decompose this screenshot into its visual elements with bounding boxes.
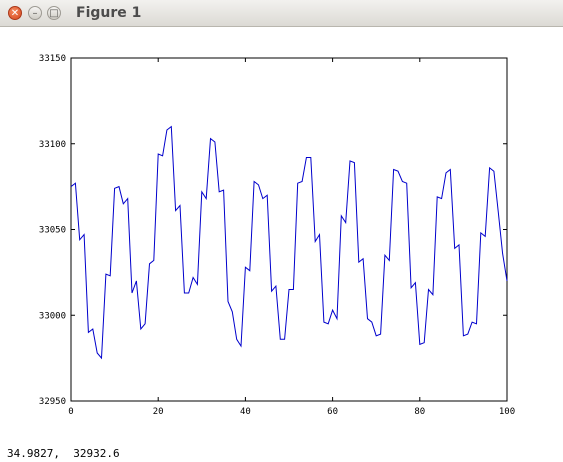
- plot-area: [70, 57, 508, 402]
- x-tick-label: 80: [414, 407, 425, 417]
- window-titlebar[interactable]: ✕ – □ Figure 1: [0, 0, 563, 27]
- close-window-button[interactable]: ✕: [8, 6, 22, 20]
- y-tick-label: 33150: [39, 54, 66, 64]
- minimize-window-button[interactable]: –: [28, 6, 42, 20]
- figure-canvas[interactable]: 0 20 40 60 80 100 32950 33000 33050 33100 33150: [0, 27, 563, 462]
- y-tick-label: 33050: [39, 226, 66, 236]
- window-title: Figure 1: [76, 5, 142, 21]
- cursor-coordinates-readout: 34.9827, 32932.6: [7, 447, 120, 460]
- maximize-window-button[interactable]: □: [47, 6, 61, 20]
- y-tick-label: 32950: [39, 397, 66, 407]
- x-tick-label: 100: [499, 407, 515, 417]
- x-tick-label: 40: [240, 407, 251, 417]
- y-tick-label: 33100: [39, 140, 66, 150]
- x-tick-label: 20: [153, 407, 164, 417]
- x-tick-label: 0: [68, 407, 73, 417]
- x-tick-label: 60: [327, 407, 338, 417]
- y-tick-label: 33000: [39, 311, 66, 321]
